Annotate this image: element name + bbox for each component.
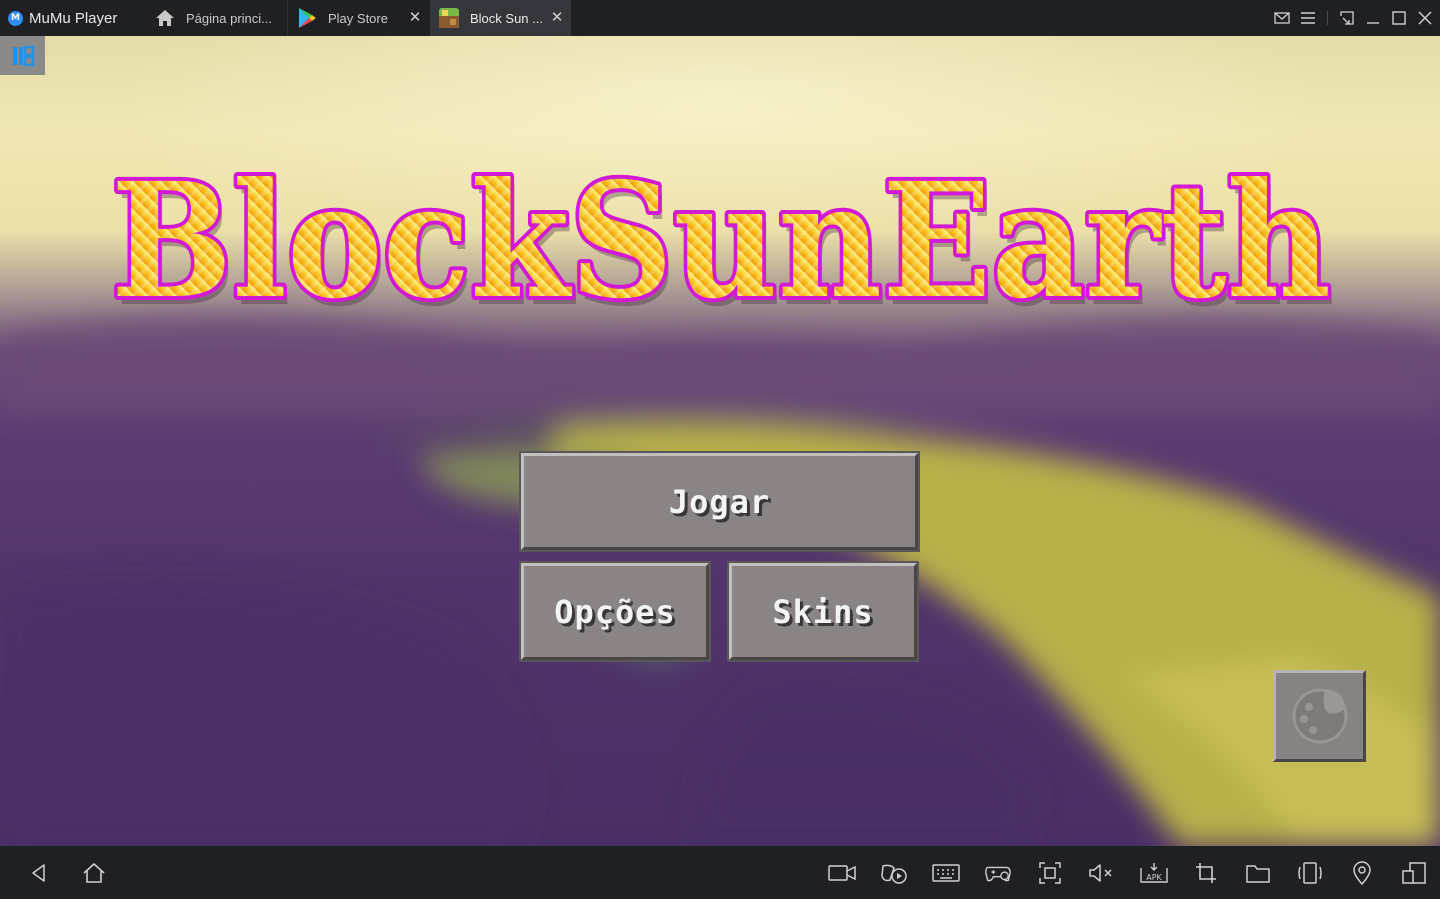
mail-icon[interactable]	[1273, 9, 1291, 27]
video-record-icon[interactable]	[828, 859, 856, 887]
mumu-logo-icon: M	[8, 10, 23, 26]
screenshot-icon[interactable]	[1338, 9, 1356, 27]
folder-icon[interactable]	[1244, 859, 1272, 887]
game-title-logo: BlockSunEarth BlockSunEarth	[107, 145, 1335, 334]
apk-label: APK	[1146, 873, 1162, 882]
rotate-icon[interactable]	[1296, 859, 1324, 887]
skins-button[interactable]: Skins	[729, 563, 917, 660]
block-sun-earth-app-icon	[438, 7, 460, 29]
apk-install-icon[interactable]: APK	[1140, 859, 1168, 887]
gamepad-settings-icon[interactable]	[984, 859, 1012, 887]
divider	[1327, 11, 1328, 25]
title-bar: M MuMu Player Página princi... Play Stor…	[0, 0, 1440, 36]
overlay-tool-icon[interactable]	[0, 36, 45, 75]
menu-icon[interactable]	[1299, 9, 1317, 27]
bottom-navigation-bar: APK	[0, 846, 1440, 899]
play-button[interactable]: Jogar	[521, 453, 918, 550]
close-tab-icon[interactable]: ✕	[549, 10, 565, 26]
gamepad-play-icon[interactable]	[880, 859, 908, 887]
fullscreen-capture-icon[interactable]	[1036, 859, 1064, 887]
close-tab-icon[interactable]: ✕	[407, 10, 423, 26]
tab-play-store-label: Play Store	[328, 10, 388, 26]
window-controls	[1273, 0, 1434, 36]
keyboard-icon[interactable]	[932, 859, 960, 887]
app-name: MuMu Player	[29, 9, 118, 27]
palette-icon	[1289, 683, 1351, 749]
home-icon[interactable]	[80, 859, 108, 887]
maximize-icon[interactable]	[1390, 9, 1408, 27]
tab-play-store[interactable]: Play Store ✕	[287, 0, 429, 36]
close-icon[interactable]	[1416, 9, 1434, 27]
minimize-icon[interactable]	[1364, 9, 1382, 27]
home-icon	[154, 7, 176, 29]
app-brand: M MuMu Player	[8, 0, 117, 36]
tab-block-sun-label: Block Sun ...	[470, 10, 543, 26]
tab-home[interactable]: Página princi...	[146, 0, 286, 36]
game-title-text: BlockSunEarth	[111, 149, 1331, 334]
game-viewport[interactable]: BlockSunEarth BlockSunEarth Jogar Opções…	[0, 36, 1440, 846]
volume-mute-icon[interactable]	[1088, 859, 1116, 887]
options-button[interactable]: Opções	[521, 563, 709, 660]
multi-window-icon[interactable]	[1400, 859, 1428, 887]
location-icon[interactable]	[1348, 859, 1376, 887]
tab-block-sun-earth[interactable]: Block Sun ... ✕	[430, 0, 571, 36]
palette-button[interactable]	[1273, 670, 1366, 762]
crop-icon[interactable]	[1192, 859, 1220, 887]
back-icon[interactable]	[25, 859, 53, 887]
play-store-icon	[296, 7, 318, 29]
tab-home-label: Página princi...	[186, 10, 272, 26]
